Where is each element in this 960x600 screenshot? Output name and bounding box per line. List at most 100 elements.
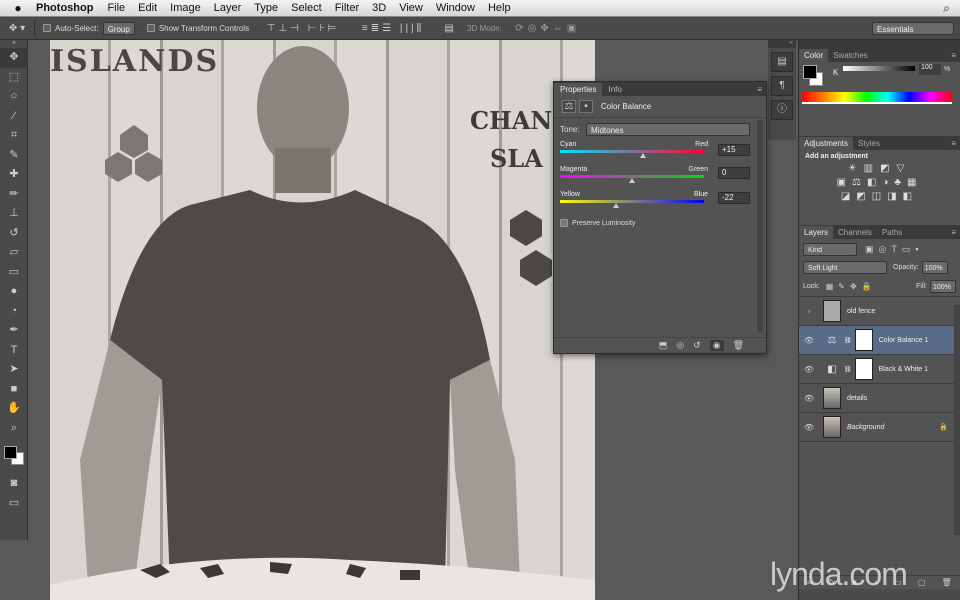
adjustment-icons-row3[interactable]: ◪◩◫◨◧ [805,191,954,202]
color-swatches[interactable] [0,438,28,474]
color-slider[interactable] [560,150,704,158]
layer-name[interactable]: Background [847,424,884,431]
layers-scrollbar[interactable] [954,305,960,535]
tab-layers[interactable]: Layers [799,226,834,239]
slider-value[interactable]: -22 [718,192,750,204]
tab-swatches[interactable]: Swatches [828,49,873,62]
eyedropper-tool-icon[interactable]: ✎ [0,146,28,166]
color-slider[interactable] [560,200,704,208]
reset-icon[interactable]: ↺ [693,340,701,351]
layer-name[interactable]: Black & White 1 [879,366,928,373]
menu-file[interactable]: File [107,2,125,14]
auto-select-dropdown[interactable]: Group [102,21,135,35]
align-icons[interactable]: ⊤⊥⊣ ⊢⊦⊨ [259,23,347,34]
hidden-eye-slot[interactable]: ▫ [799,307,819,316]
fg-color-chip[interactable] [803,65,817,79]
slider-thumb[interactable] [613,203,620,208]
quick-select-tool-icon[interactable]: ⁄ [0,107,28,127]
tab-adjustments[interactable]: Adjustments [799,137,854,150]
lock-icons[interactable]: ▦✎✥🔒 [826,282,877,291]
healing-tool-icon[interactable]: ✚ [0,165,28,185]
panel-menu-icon[interactable]: ≡ [947,137,960,150]
layer-name[interactable]: details [847,395,867,402]
menu-filter[interactable]: Filter [335,2,359,14]
move-tool-icon[interactable]: ✥ [0,48,28,68]
filter-kind-dropdown[interactable]: Kind [803,243,857,256]
panel-menu-icon[interactable]: ≡ [947,49,960,62]
slider-value[interactable]: 0 [718,167,750,179]
tab-info[interactable]: Info [602,83,627,96]
3d-tools-icons[interactable]: ⟳◎✥⇔▣ [508,23,588,34]
gradient-tool-icon[interactable]: ▭ [0,263,28,283]
app-name[interactable]: Photoshop [36,2,93,14]
panel-menu-icon[interactable]: ≡ [753,83,766,96]
screen-mode-icon[interactable]: ▭ [0,494,28,514]
pen-tool-icon[interactable]: ✒ [0,321,28,341]
panel-menu-icon[interactable]: ≡ [947,226,960,239]
show-transform-checkbox[interactable] [146,24,155,32]
menu-select[interactable]: Select [291,2,322,14]
menu-help[interactable]: Help [488,2,511,14]
layer-row[interactable]: 👁 ⚖ ⛓ Color Balance 1 [799,326,960,355]
dock-grip[interactable] [799,40,960,48]
foreground-color-swatch[interactable] [4,446,17,459]
filter-icons[interactable]: ▣◎T▭▪ [865,244,924,255]
k-value[interactable]: 100 [919,64,941,75]
visibility-icon[interactable]: ◉ [709,340,724,351]
quick-mask-icon[interactable]: ◙ [0,474,28,494]
auto-align-icon[interactable]: ▤ [439,23,459,34]
eye-icon[interactable]: 👁 [799,336,819,345]
slider-thumb[interactable] [629,178,635,183]
eye-icon[interactable]: 👁 [799,365,819,374]
clip-to-layer-icon[interactable]: ⬒ [659,340,668,351]
properties-scrollbar[interactable] [757,120,763,332]
blend-mode-dropdown[interactable]: Soft Light [803,261,887,274]
distribute-icons[interactable]: ≡≣☰ |||⫼ [347,23,439,34]
menu-type[interactable]: Type [254,2,278,14]
toolbar-grip[interactable]: » [0,40,28,48]
menu-3d[interactable]: 3D [372,2,386,14]
layer-mask-thumbnail[interactable] [854,358,873,380]
trash-icon[interactable]: 🗑 [942,578,952,587]
mask-icon[interactable]: ▪ [579,100,593,113]
opacity-field[interactable]: 100% [921,261,948,274]
tab-channels[interactable]: Channels [833,226,877,239]
menu-view[interactable]: View [399,2,423,14]
eraser-tool-icon[interactable]: ▱ [0,243,28,263]
layer-mask-thumbnail[interactable] [854,329,873,351]
lasso-tool-icon[interactable]: ○ [0,87,28,107]
magnifier-icon[interactable]: ⌕ [943,1,950,16]
adjustment-icons-row1[interactable]: ☀▥◩▽ [805,163,954,174]
dock-collapse[interactable]: « [768,40,796,48]
layer-row[interactable]: 👁 details [799,384,960,413]
layer-row[interactable]: 👁 Background 🔒 [799,413,960,442]
layer-row[interactable]: ▫ old fence [799,297,960,326]
color-slider[interactable] [560,175,704,183]
eye-icon[interactable]: 👁 [799,423,819,432]
slider-value[interactable]: +15 [718,144,750,156]
history-brush-icon[interactable]: ↺ [0,224,28,244]
menu-layer[interactable]: Layer [214,2,242,14]
document-canvas[interactable]: ISLANDS CHAN SLA [50,40,595,600]
k-slider[interactable] [843,66,915,71]
tab-properties[interactable]: Properties [554,83,603,96]
character-panel-icon[interactable]: ¶ [771,76,793,96]
info-panel-icon[interactable]: ⓘ [771,100,793,120]
workspace-dropdown[interactable]: Essentials [872,22,954,35]
tone-dropdown[interactable]: Midtones [586,123,750,136]
tab-color[interactable]: Color [799,49,829,62]
history-panel-icon[interactable]: ▤ [771,52,793,72]
menu-image[interactable]: Image [170,2,201,14]
adjustment-icons-row2[interactable]: ▣⚖◧◑♣▦ [805,177,954,188]
auto-select-checkbox[interactable] [43,24,51,32]
zoom-tool-icon[interactable]: ⌕ [0,419,28,439]
layer-row[interactable]: 👁 ◧ ⛓ Black & White 1 [799,355,960,384]
move-tool-icon[interactable]: ✥ ▾ [0,23,34,34]
preserve-luminosity-checkbox[interactable] [560,219,568,227]
tab-paths[interactable]: Paths [877,226,907,239]
brush-tool-icon[interactable]: ✏ [0,185,28,205]
path-select-tool-icon[interactable]: ➤ [0,360,28,380]
dodge-tool-icon[interactable]: ◔ [0,302,28,322]
apple-icon[interactable]: ● [0,1,36,15]
fill-field[interactable]: 100% [930,280,956,293]
